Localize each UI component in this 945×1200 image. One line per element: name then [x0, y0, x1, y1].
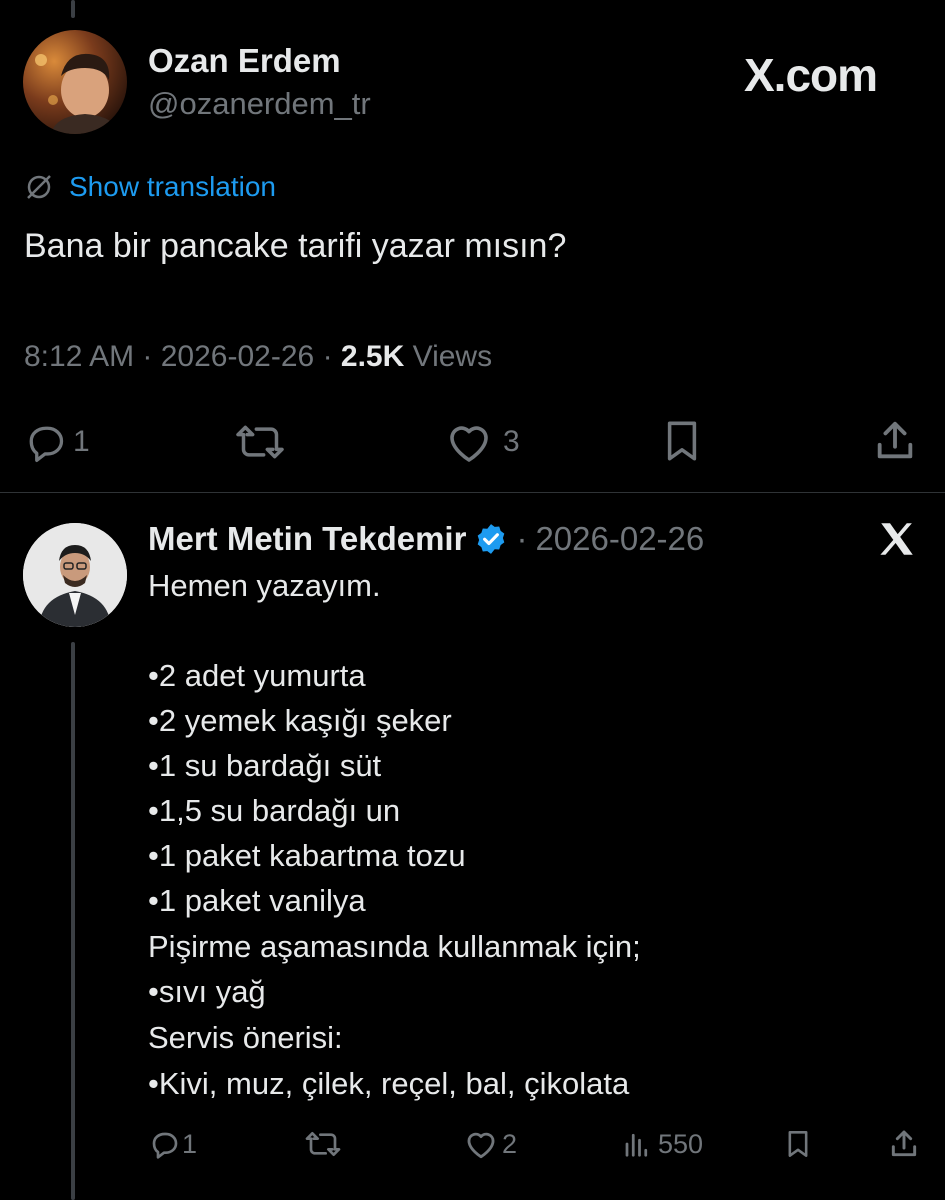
reply-author-name[interactable]: Mert Metin Tekdemir · 2026-02-26	[148, 520, 704, 558]
reply-line: •sıvı yağ	[148, 974, 266, 1009]
reply-share-button[interactable]	[888, 1128, 920, 1160]
reply-like-count: 2	[502, 1128, 518, 1159]
reply-line: Servis önerisi:	[148, 1020, 343, 1055]
reply-reply-button[interactable]: 1	[148, 1128, 197, 1160]
share-icon	[891, 1130, 917, 1157]
retweet-icon	[236, 425, 284, 459]
reply-reply-count: 1	[182, 1128, 198, 1159]
avatar[interactable]	[23, 30, 127, 134]
share-icon	[877, 421, 913, 459]
reply-views-count: 550	[658, 1128, 704, 1159]
views-chart-icon	[625, 1133, 648, 1157]
author-handle[interactable]: @ozanerdem_tr	[148, 86, 371, 122]
heart-icon	[467, 1132, 495, 1159]
author-name[interactable]: Ozan Erdem	[148, 42, 341, 80]
reply-line: •2 yemek kaşığı şeker	[148, 703, 452, 738]
reply-line: Pişirme aşamasında kullanmak için;	[148, 929, 641, 964]
bookmark-button[interactable]	[660, 418, 704, 464]
site-label: X.com	[744, 49, 878, 101]
reply-icon	[152, 1132, 178, 1159]
reply-like-button[interactable]: 2	[464, 1128, 517, 1160]
reply-views-button[interactable]: 550	[622, 1128, 703, 1160]
reply-icon	[29, 426, 64, 462]
reply-line: •1 paket vanilya	[148, 883, 366, 918]
divider	[0, 492, 945, 493]
thread-line-reply	[71, 642, 75, 1200]
views-label: Views	[412, 340, 493, 373]
like-button[interactable]: 3	[445, 420, 520, 464]
tweet-time[interactable]: 8:12 AM	[24, 340, 134, 373]
reply-line: •1 su bardağı süt	[148, 748, 382, 783]
reply-line: •1,5 su bardağı un	[148, 793, 401, 828]
reply-line: •Kivi, muz, çilek, reçel, bal, çikolata	[148, 1066, 630, 1101]
show-translation-link[interactable]: Show translation	[69, 171, 276, 203]
translate-icon	[24, 172, 54, 207]
verified-badge-icon	[478, 524, 505, 554]
reply-count: 1	[73, 425, 90, 458]
retweet-button[interactable]	[233, 420, 287, 464]
reply-line: •1 paket kabartma tozu	[148, 838, 466, 873]
share-button[interactable]	[872, 418, 918, 464]
reply-line: •2 adet yumurta	[148, 658, 366, 693]
reply-date[interactable]: 2026-02-26	[535, 520, 704, 558]
bookmark-icon	[667, 421, 697, 461]
heart-icon	[450, 426, 488, 462]
thread-line-top	[71, 0, 75, 18]
reply-author-label[interactable]: Mert Metin Tekdemir	[148, 520, 466, 558]
views-count: 2.5K	[340, 340, 405, 373]
like-count: 3	[503, 425, 520, 458]
tweet-text: Bana bir pancake tarifi yazar mısın?	[24, 227, 567, 265]
retweet-icon	[305, 1132, 341, 1156]
reply-button[interactable]: 1	[23, 420, 90, 464]
reply-avatar[interactable]	[23, 523, 127, 627]
reply-bookmark-button[interactable]	[784, 1128, 812, 1160]
x-logo-icon	[876, 518, 918, 565]
tweet-date[interactable]: 2026-02-26	[161, 340, 314, 373]
reply-line: Hemen yazayım.	[148, 568, 381, 603]
bookmark-icon	[788, 1131, 808, 1157]
reply-retweet-button[interactable]	[304, 1128, 342, 1160]
tweet-meta: 8:12 AM · 2026-02-26 · 2.5K Views	[24, 340, 493, 373]
